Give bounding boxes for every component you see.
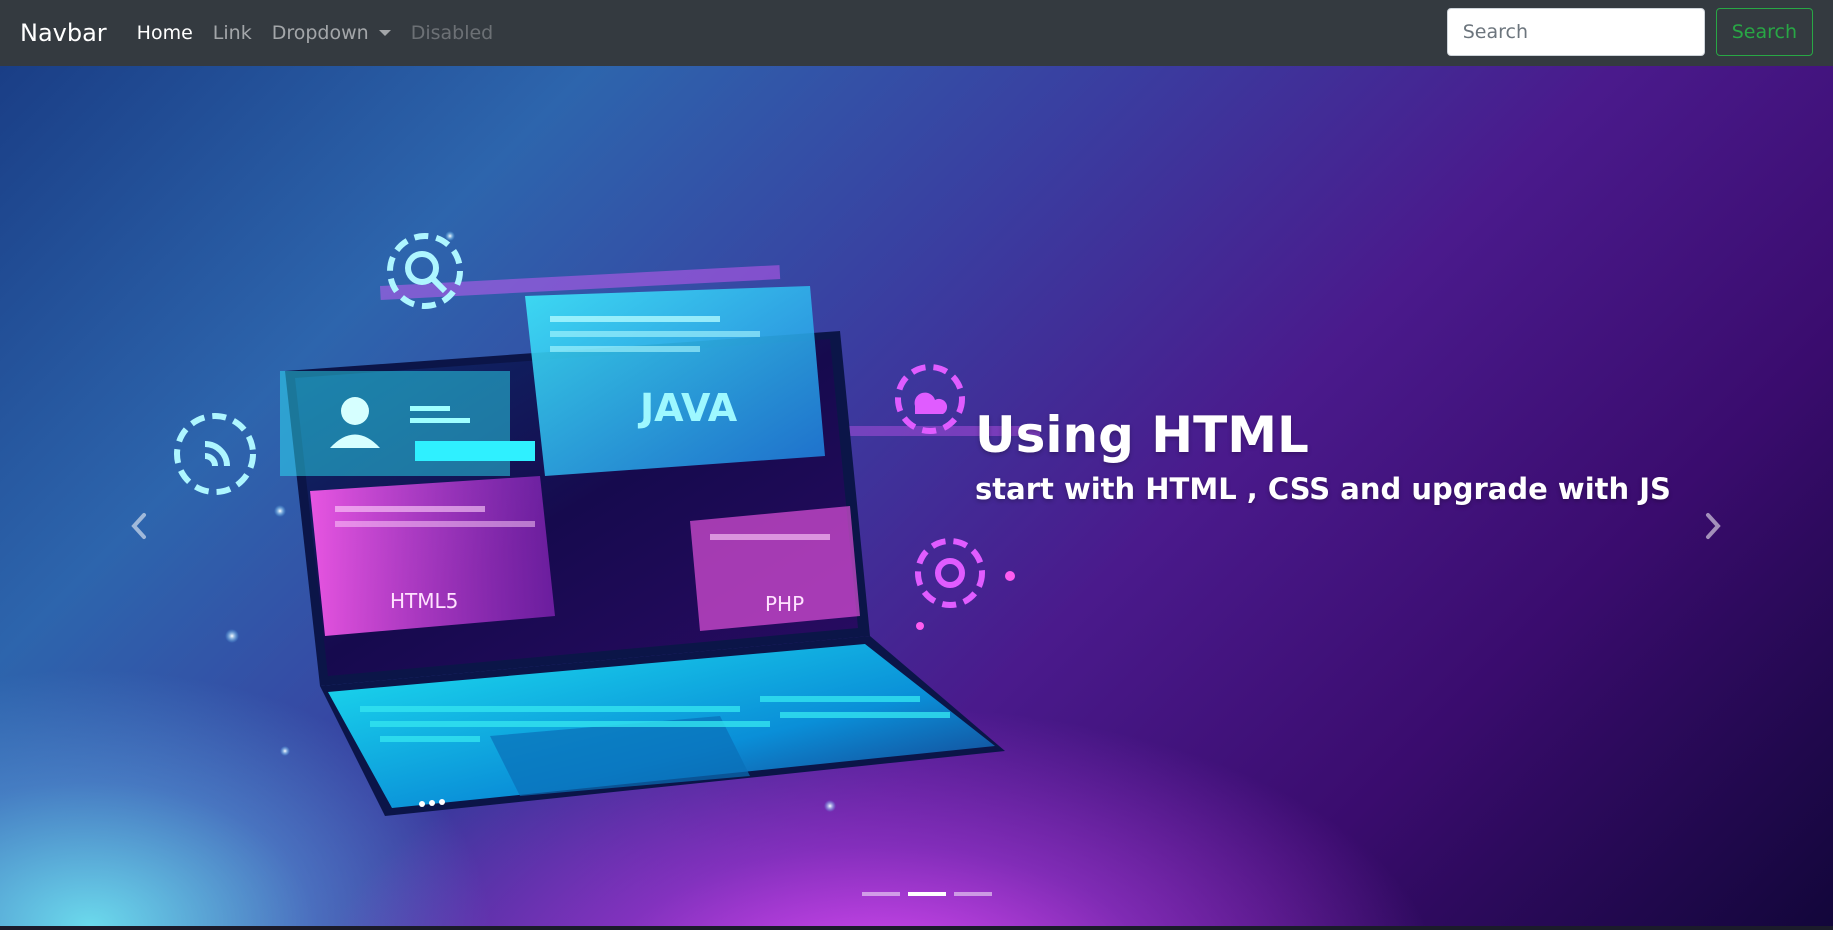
caption-title: Using HTML [975,406,1309,464]
carousel-indicator-2[interactable] [908,892,946,896]
search-button[interactable]: Search [1715,8,1813,56]
search-form: Search [1446,8,1813,56]
caption-text: start with HTML , CSS and upgrade with J… [975,472,1671,506]
java-label: JAVA [637,386,738,430]
carousel: JAVA HTML5 PHP Using HTML start with HTM… [0,66,1833,930]
navbar-brand[interactable]: Navbar [20,19,107,47]
nav-link-disabled: Disabled [410,22,494,44]
laptop-illustration: JAVA HTML5 PHP [174,231,1040,816]
page-bottom-border [0,926,1833,930]
carousel-prev-button[interactable] [118,496,158,556]
chevron-left-icon [131,513,146,539]
carousel-indicator-1[interactable] [862,892,900,896]
nav-link-link[interactable]: Link [213,22,252,44]
search-input[interactable] [1446,8,1705,56]
carousel-caption: Using HTML start with HTML , CSS and upg… [975,406,1671,506]
carousel-indicators [862,892,992,896]
nav-link-home[interactable]: Home [137,22,193,44]
navbar: Navbar Home Link Dropdown Disabled Searc… [0,0,1833,66]
carousel-next-button[interactable] [1694,496,1734,556]
html5-label: HTML5 [390,589,458,613]
caret-down-icon [378,30,391,36]
carousel-indicator-3[interactable] [954,892,992,896]
nav-dropdown-label: Dropdown [271,22,369,44]
nav-dropdown[interactable]: Dropdown [272,22,391,44]
chevron-right-icon [1706,513,1721,539]
php-label: PHP [765,592,804,616]
